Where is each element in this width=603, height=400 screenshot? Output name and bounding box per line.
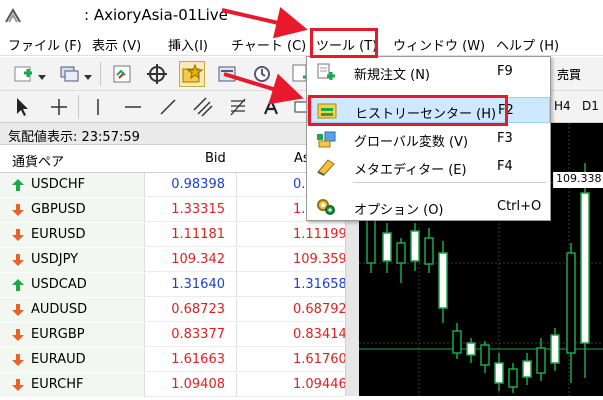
arrow-to-history-center xyxy=(223,72,304,105)
arrow-to-tools-menu xyxy=(221,7,308,39)
annotation-arrows xyxy=(221,7,308,105)
